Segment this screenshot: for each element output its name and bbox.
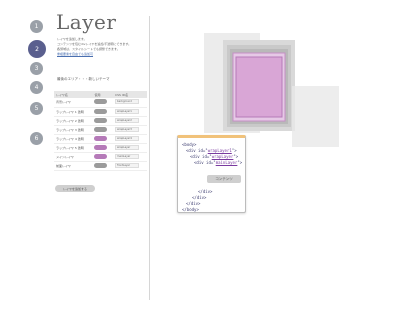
step-5-button[interactable]: 5 [30, 102, 43, 115]
layer-id-field[interactable]: wrapLayer [115, 144, 140, 150]
layer-id-field[interactable]: wrapLayer1 [115, 108, 140, 114]
layer-name: ラップレイヤ 5 透明 [54, 143, 93, 153]
layer-toggle-cell [92, 161, 114, 171]
layer-id-field[interactable]: mainLayer [115, 153, 140, 159]
code-line: </div> [198, 189, 213, 194]
description: レイヤを追加します。 コンテンツを包むdivレイヤを追加/不透明にできます。 各… [57, 37, 147, 57]
layer-id-field[interactable]: wrapLayer2 [115, 117, 140, 123]
layer-id-field[interactable]: wrapLayer3 [115, 126, 140, 132]
layer-id-link[interactable]: wrapLayer1 [208, 148, 232, 153]
table-header-row: レイヤ名 使用 CSS ID名 [54, 91, 147, 98]
settings-panel: 1 2 3 4 5 6 Layer レイヤを追加します。 コンテンツを包むdiv… [22, 8, 150, 300]
code-line: </div> [192, 195, 207, 200]
layer-id-cell: mainLayer [113, 152, 147, 162]
layer-toggle[interactable] [94, 135, 108, 141]
add-layer-button[interactable]: レイヤを追加する [55, 185, 95, 192]
table-row: 背景レイヤ background [54, 98, 147, 108]
table-row: 前面レイヤ frontLayer [54, 161, 147, 171]
step-2-button[interactable]: 2 [28, 40, 46, 58]
column-header: レイヤ名 [54, 91, 93, 98]
layer-toggle-cell [92, 107, 114, 117]
content-button[interactable]: コンテンツ [207, 175, 241, 183]
layer-id-link[interactable]: wrapLayer [212, 154, 234, 159]
table-row: ラップレイヤ 4 透明 wrapLayer4 [54, 134, 147, 144]
layer-toggle[interactable] [94, 153, 108, 159]
help-link[interactable]: 重複要素を自由でも追加可 [57, 52, 147, 57]
page: 1 2 3 4 5 6 Layer レイヤを追加します。 コンテンツを包むdiv… [22, 8, 406, 300]
code-text: "> [231, 148, 237, 153]
step-6-button[interactable]: 6 [30, 132, 43, 145]
main-layer-rect [235, 56, 283, 118]
layer-toggle-cell [92, 98, 114, 108]
section-label: 最後のエリア・・・新しいテーマ [57, 77, 110, 81]
table-row: メインレイヤ mainLayer [54, 152, 147, 162]
layer-id-field[interactable]: background [115, 99, 140, 105]
layer-name: ラップレイヤ 3 透明 [54, 125, 93, 135]
column-header: 使用 [92, 91, 114, 98]
layer-toggle[interactable] [94, 144, 108, 150]
code-text: <div id=" [194, 160, 216, 165]
table-row: ラップレイヤ 3 透明 wrapLayer3 [54, 125, 147, 135]
table-row: ラップレイヤ 1 透明 wrapLayer1 [54, 107, 147, 117]
layer-id-cell: background [113, 98, 147, 108]
column-header: CSS ID名 [113, 91, 147, 98]
layer-toggle[interactable] [94, 99, 108, 105]
layer-toggle[interactable] [94, 108, 108, 114]
layer-id-field[interactable]: wrapLayer4 [115, 135, 140, 141]
layer-id-link[interactable]: mainLayer [216, 160, 238, 165]
layer-id-cell: wrapLayer [113, 143, 147, 153]
code-text: <div id=" [186, 148, 208, 153]
layer-toggle[interactable] [94, 126, 108, 132]
layer-name: ラップレイヤ 4 透明 [54, 134, 93, 144]
code-preview-card: <body> <div id="wrapLayer1"> <div id="wr… [177, 135, 246, 213]
layer-id-cell: wrapLayer1 [113, 107, 147, 117]
layer-toggle[interactable] [94, 162, 108, 168]
layer-id-cell: frontLayer [113, 161, 147, 171]
table-row: ラップレイヤ 2 透明 wrapLayer2 [54, 116, 147, 126]
code-line: <div id="wrapLayer"> [190, 154, 238, 159]
code-line: <div id="mainLayer"> [194, 160, 242, 165]
layer-name: メインレイヤ [54, 152, 93, 162]
front-layer-overlay-rect [292, 86, 339, 147]
layer-toggle-cell [92, 134, 114, 144]
layer-id-cell: wrapLayer4 [113, 134, 147, 144]
table-row: ラップレイヤ 5 透明 wrapLayer [54, 143, 147, 153]
page-title: Layer [56, 10, 117, 34]
layer-name: ラップレイヤ 1 透明 [54, 107, 93, 117]
step-1-button[interactable]: 1 [30, 20, 43, 33]
step-4-button[interactable]: 4 [30, 81, 43, 94]
layer-table: レイヤ名 使用 CSS ID名 背景レイヤ background ラップレイヤ 1 … [54, 91, 147, 171]
layer-name: ラップレイヤ 2 透明 [54, 116, 93, 126]
step-3-button[interactable]: 3 [30, 62, 43, 75]
code-text: "> [233, 154, 239, 159]
code-line: <div id="wrapLayer1"> [186, 148, 237, 153]
layer-id-field[interactable]: frontLayer [115, 162, 140, 168]
code-line: </div> [186, 201, 201, 206]
code-line: </body> [182, 207, 199, 212]
layer-toggle-cell [92, 116, 114, 126]
layer-id-cell: wrapLayer3 [113, 125, 147, 135]
code-text: <div id=" [190, 154, 212, 159]
code-text: "> [237, 160, 243, 165]
layer-name: 背景レイヤ [54, 98, 93, 108]
layer-toggle-cell [92, 125, 114, 135]
layer-id-cell: wrapLayer2 [113, 116, 147, 126]
layer-toggle-cell [92, 152, 114, 162]
layer-name: 前面レイヤ [54, 161, 93, 171]
layer-toggle-cell [92, 143, 114, 153]
code-line: <body> [182, 142, 197, 147]
layer-toggle[interactable] [94, 117, 108, 123]
